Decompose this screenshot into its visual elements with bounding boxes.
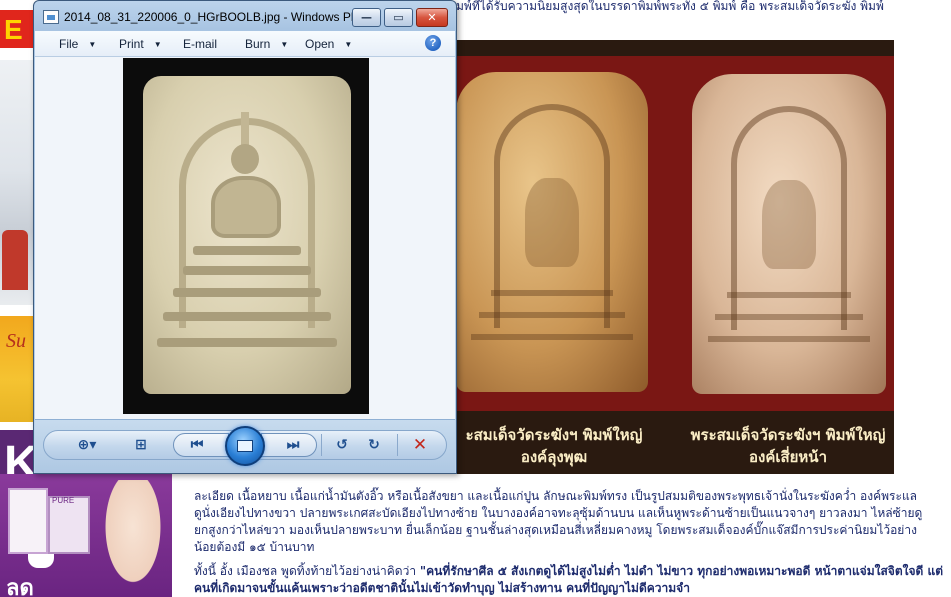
coffee-cup-icon <box>28 554 54 568</box>
displayed-photo <box>123 58 369 414</box>
separator <box>321 434 322 456</box>
actual-size-icon[interactable]: ⊞ <box>129 435 153 455</box>
ad-yellow-text: Su <box>6 330 26 352</box>
rotate-clockwise-icon[interactable]: ↻ <box>363 435 385 455</box>
amulet-left <box>456 72 648 392</box>
maximize-button[interactable]: ▭ <box>384 8 413 27</box>
amulet-topknot <box>241 112 249 148</box>
photo-viewer-icon <box>43 10 59 24</box>
caption-left-line2: องค์ลุงพุฒ <box>520 448 588 466</box>
ad-person-shirt <box>2 230 28 290</box>
title-bar[interactable]: 2014_08_31_220006_0_HGrBOOLB.jpg - Windo… <box>34 1 456 33</box>
menu-file-label: File <box>59 37 79 51</box>
amulet-step <box>490 289 614 296</box>
menu-open-label: Open <box>305 37 335 51</box>
photo-viewer-window[interactable]: 2014_08_31_220006_0_HGrBOOLB.jpg - Windo… <box>33 0 457 474</box>
caption-right-line1: พระสมเด็จวัดระฆังฯ พิมพ์ใหญ่ <box>690 426 886 444</box>
menu-burn-label: Burn <box>245 37 271 51</box>
menu-burn[interactable]: Burn ▼ <box>245 37 288 51</box>
amulet-step <box>183 266 311 275</box>
help-icon[interactable]: ? <box>425 35 441 51</box>
amulet-step <box>707 336 871 343</box>
promo-discount-text: ลด <box>6 575 34 597</box>
menu-print[interactable]: Print ▼ <box>119 37 162 51</box>
article-paragraph-2-lead: ทั้งนี้ อั้ง เมืองชล พูดทิ้งท้ายไว้อย่าง… <box>194 564 420 578</box>
amulet-step <box>471 334 633 341</box>
chevron-down-icon: ▼ <box>153 40 162 49</box>
ad-top-letter: E <box>4 14 23 45</box>
amulet-tablet <box>143 76 351 394</box>
close-button[interactable]: ✕ <box>416 8 448 27</box>
window-title: 2014_08_31_220006_0_HGrBOOLB.jpg - Windo… <box>64 10 368 24</box>
amulet-body <box>211 176 281 238</box>
article-paragraph-1: ละเอียด เนื้อหยาบ เนื้อแก่น้ำมันตังอิ๊ว … <box>194 489 923 554</box>
slideshow-icon <box>237 440 253 452</box>
chevron-down-icon: ▼ <box>88 40 97 49</box>
amulet-right <box>692 74 886 394</box>
amulet-step <box>157 338 337 347</box>
caption-left: ะสมเด็จวัดระฆังฯ พิมพ์ใหญ่ องค์ลุงพุฒ <box>456 424 652 468</box>
promo-brand: PURE <box>52 496 75 505</box>
ad-banner-yellow[interactable]: Su <box>0 316 34 422</box>
rotate-counterclockwise-icon[interactable]: ↺ <box>331 435 353 455</box>
menu-email[interactable]: E-mail <box>183 37 217 51</box>
amulet-step <box>479 312 625 318</box>
amulet-head <box>231 144 259 174</box>
caption-left-line1: ะสมเด็จวัดระฆังฯ พิมพ์ใหญ่ <box>465 426 643 444</box>
amulet-step <box>715 314 863 320</box>
menu-email-label: E-mail <box>183 37 218 51</box>
separator <box>397 434 398 456</box>
ad-banner-person[interactable] <box>0 60 34 305</box>
article-header-text: มพ์ที่ได้รับความนิยมสูงสุดในบรรดาพิมพ์พร… <box>456 0 884 13</box>
ad-banner-top[interactable]: E <box>0 10 34 48</box>
amulet-buddha <box>761 179 817 270</box>
minimize-button[interactable]: — <box>352 8 381 27</box>
article-body: ละเอียด เนื้อหยาบ เนื้อแก่น้ำมันตังอิ๊ว … <box>194 488 951 597</box>
slideshow-button[interactable] <box>225 426 265 466</box>
amulet-buddha <box>525 177 579 268</box>
product-box <box>8 488 48 554</box>
promo-model-image <box>98 480 168 597</box>
amulet-step <box>726 291 852 298</box>
caption-right-line2: องค์เสี่ยหน้า <box>748 448 827 466</box>
article-paragraph-2: ทั้งนี้ อั้ง เมืองชล พูดทิ้งท้ายไว้อย่าง… <box>194 563 951 597</box>
zoom-icon[interactable]: ⊕▾ <box>69 435 105 455</box>
promo-banner[interactable]: PURE ลด <box>0 474 172 597</box>
menu-file[interactable]: File ▼ <box>59 37 96 51</box>
menu-bar: File ▼ Print ▼ E-mail Burn ▼ Open ▼ ? <box>35 31 455 57</box>
amulet-comparison-image: ะสมเด็จวัดระฆังฯ พิมพ์ใหญ่ องค์ลุงพุฒ พร… <box>456 40 894 474</box>
amulet-step <box>193 246 301 255</box>
amulet-step <box>173 288 321 297</box>
chevron-down-icon: ▼ <box>344 40 353 49</box>
image-canvas[interactable] <box>35 57 455 419</box>
menu-open[interactable]: Open ▼ <box>305 37 352 51</box>
previous-icon[interactable]: ⏮ <box>175 435 219 455</box>
caption-right: พระสมเด็จวัดระฆังฯ พิมพ์ใหญ่ องค์เสี่ยหน… <box>688 424 888 468</box>
control-bar: ⊕▾ ⊞ ⏮ ⏭ ↺ ↻ ✕ <box>35 419 455 473</box>
next-icon[interactable]: ⏭ <box>271 435 315 455</box>
delete-icon[interactable]: ✕ <box>409 435 431 455</box>
chevron-down-icon: ▼ <box>280 40 289 49</box>
menu-print-label: Print <box>119 37 144 51</box>
amulet-step <box>163 312 331 321</box>
